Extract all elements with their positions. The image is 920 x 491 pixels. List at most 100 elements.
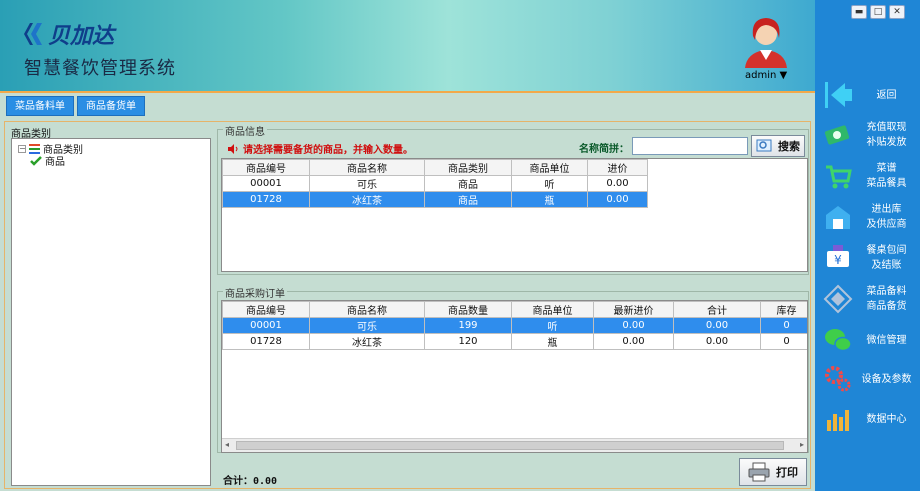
- nav-menu[interactable]: 菜谱 菜品餐具: [815, 161, 920, 191]
- cart-icon: [826, 165, 852, 189]
- order-column-header[interactable]: 商品名称: [309, 301, 425, 318]
- chart-icon: [827, 410, 849, 431]
- product-cell[interactable]: 01728: [222, 191, 310, 208]
- product-cell[interactable]: 0.00: [587, 191, 648, 208]
- nav-wechat[interactable]: 微信管理: [815, 325, 920, 355]
- tab-bar: 菜品备料单 商品备货单: [6, 96, 145, 116]
- product-cell[interactable]: 冰红茶: [309, 191, 425, 208]
- nav-stocking[interactable]: 菜品备料 商品备货: [815, 284, 920, 314]
- product-cell[interactable]: 瓶: [511, 191, 588, 208]
- back-arrow-icon: [825, 82, 852, 108]
- nav-data[interactable]: 数据中心: [815, 404, 920, 434]
- product-cell[interactable]: 听: [511, 175, 588, 192]
- order-cell[interactable]: 199: [424, 317, 512, 334]
- order-cell[interactable]: 0.00: [673, 333, 761, 350]
- printer-icon: [748, 462, 770, 482]
- order-cell[interactable]: 0.00: [593, 333, 674, 350]
- order-cell[interactable]: 0: [760, 333, 807, 350]
- order-cell[interactable]: 冰红茶: [309, 333, 425, 350]
- diamond-icon: [823, 284, 853, 314]
- nav-tables-label: 餐桌包间 及结账: [866, 245, 907, 271]
- order-column-header[interactable]: 商品数量: [424, 301, 512, 318]
- product-column-header[interactable]: 进价: [587, 159, 648, 176]
- order-cell[interactable]: 听: [511, 317, 594, 334]
- nav-back[interactable]: 返回: [815, 80, 920, 110]
- product-cell[interactable]: 0.00: [587, 175, 648, 192]
- tab-content: 商品类别 − 商品类别 商品 商品信息 请选择需要备货的商品，并输入数量。 名称…: [4, 121, 811, 489]
- order-row[interactable]: 00001 可乐 199 听 0.00 0.00 0: [222, 317, 807, 334]
- order-cell[interactable]: 0: [760, 317, 807, 334]
- product-row[interactable]: 00001 可乐 商品听 0.00: [222, 175, 648, 192]
- user-menu[interactable]: admin ▼: [745, 70, 787, 81]
- tab-product-stocking[interactable]: 商品备货单: [77, 96, 145, 116]
- instruction-label: 请选择需要备货的商品，并输入数量。: [243, 145, 413, 156]
- order-column-header[interactable]: 商品单位: [511, 301, 594, 318]
- product-column-header[interactable]: 商品名称: [309, 159, 425, 176]
- close-button[interactable]: ✕: [889, 5, 905, 19]
- product-info-label: 商品信息: [223, 123, 267, 138]
- order-cell[interactable]: 瓶: [511, 333, 594, 350]
- user-avatar-icon[interactable]: [741, 14, 791, 68]
- product-grid[interactable]: 商品编号 商品名称 商品类别 商品单位 进价 00001 可乐 商品听 0.00 01728 冰红…: [221, 158, 808, 272]
- product-row[interactable]: 01728 冰红茶 商品瓶 0.00: [222, 191, 648, 208]
- nav-warehouse-label: 进出库 及供应商: [866, 204, 907, 230]
- product-cell[interactable]: 可乐: [309, 175, 425, 192]
- order-column-header[interactable]: 商品编号: [222, 301, 310, 318]
- print-button-label: 打印: [776, 466, 798, 479]
- maximize-button[interactable]: □: [870, 5, 886, 19]
- search-input[interactable]: [632, 137, 748, 155]
- order-cell[interactable]: 00001: [222, 317, 310, 334]
- product-column-header[interactable]: 商品类别: [424, 159, 512, 176]
- horizontal-scrollbar[interactable]: ◂ ▸: [222, 438, 807, 452]
- print-button[interactable]: 打印: [739, 458, 807, 486]
- app-header: 贝加达 智慧餐饮管理系统 admin ▼: [0, 0, 815, 91]
- tree-collapse-icon[interactable]: −: [18, 144, 26, 153]
- nav-warehouse[interactable]: 进出库 及供应商: [815, 202, 920, 232]
- total-label: 合计：0.00: [223, 476, 278, 487]
- order-cell[interactable]: 可乐: [309, 317, 425, 334]
- order-cell[interactable]: 0.00: [673, 317, 761, 334]
- right-sidebar: ▬ □ ✕ 返回 充值取现 补贴发放 菜谱 菜品餐具 进出库 及供应商 ¥ 餐桌…: [815, 0, 920, 491]
- tab-dish-materials[interactable]: 菜品备料单: [6, 96, 74, 116]
- search-label: 名称简拼：: [579, 144, 629, 155]
- tree-child-label: 商品: [45, 157, 65, 168]
- product-cell[interactable]: 商品: [424, 175, 512, 192]
- product-cell[interactable]: 商品: [424, 191, 512, 208]
- order-column-header[interactable]: 库存: [760, 301, 807, 318]
- category-list-icon: [29, 143, 40, 154]
- brand-logo: 贝加达: [22, 18, 114, 50]
- order-cell[interactable]: 0.00: [593, 317, 674, 334]
- scroll-right-icon[interactable]: ▸: [800, 440, 804, 449]
- product-table: 商品编号 商品名称 商品类别 商品单位 进价 00001 可乐 商品听 0.00 01728 冰红…: [222, 159, 648, 208]
- product-cell[interactable]: 00001: [222, 175, 310, 192]
- wechat-icon: [825, 329, 852, 352]
- order-table: 商品编号 商品名称 商品数量 商品单位 最新进价 合计 库存 00001 可乐 199 听 0.00…: [222, 301, 807, 350]
- nav-tables[interactable]: ¥ 餐桌包间 及结账: [815, 243, 920, 273]
- nav-wechat-label: 微信管理: [866, 334, 907, 346]
- search-icon: [756, 139, 772, 152]
- check-icon: [30, 155, 42, 166]
- speaker-icon: [228, 143, 238, 154]
- order-cell[interactable]: 01728: [222, 333, 310, 350]
- order-cell[interactable]: 120: [424, 333, 512, 350]
- nav-devices-label: 设备及参数: [861, 373, 912, 385]
- nav-devices[interactable]: 设备及参数: [815, 364, 920, 394]
- order-column-header[interactable]: 最新进价: [593, 301, 674, 318]
- scroll-left-icon[interactable]: ◂: [225, 440, 229, 449]
- nav-stocking-label: 菜品备料 商品备货: [866, 286, 907, 312]
- nav-recharge[interactable]: 充值取现 补贴发放: [815, 120, 920, 150]
- minimize-button[interactable]: ▬: [851, 5, 867, 19]
- order-row[interactable]: 01728 冰红茶 120 瓶 0.00 0.00 0: [222, 333, 807, 350]
- tree-node-product[interactable]: 商品: [30, 153, 65, 168]
- scrollbar-thumb[interactable]: [236, 441, 784, 450]
- order-column-header[interactable]: 合计: [673, 301, 761, 318]
- category-tree: − 商品类别 商品: [11, 138, 211, 486]
- search-button-label: 搜索: [778, 140, 800, 153]
- purchase-grid[interactable]: 商品编号 商品名称 商品数量 商品单位 最新进价 合计 库存 00001 可乐 199 听 0.00…: [221, 300, 808, 453]
- search-button[interactable]: 搜索: [751, 135, 805, 157]
- money-icon: [824, 125, 850, 145]
- product-column-header[interactable]: 商品单位: [511, 159, 588, 176]
- main-area: 菜品备料单 商品备货单 商品类别 − 商品类别 商品 商品信息 请选择需要备货的…: [0, 91, 815, 491]
- app-title: 智慧餐饮管理系统: [24, 58, 176, 79]
- product-column-header[interactable]: 商品编号: [222, 159, 310, 176]
